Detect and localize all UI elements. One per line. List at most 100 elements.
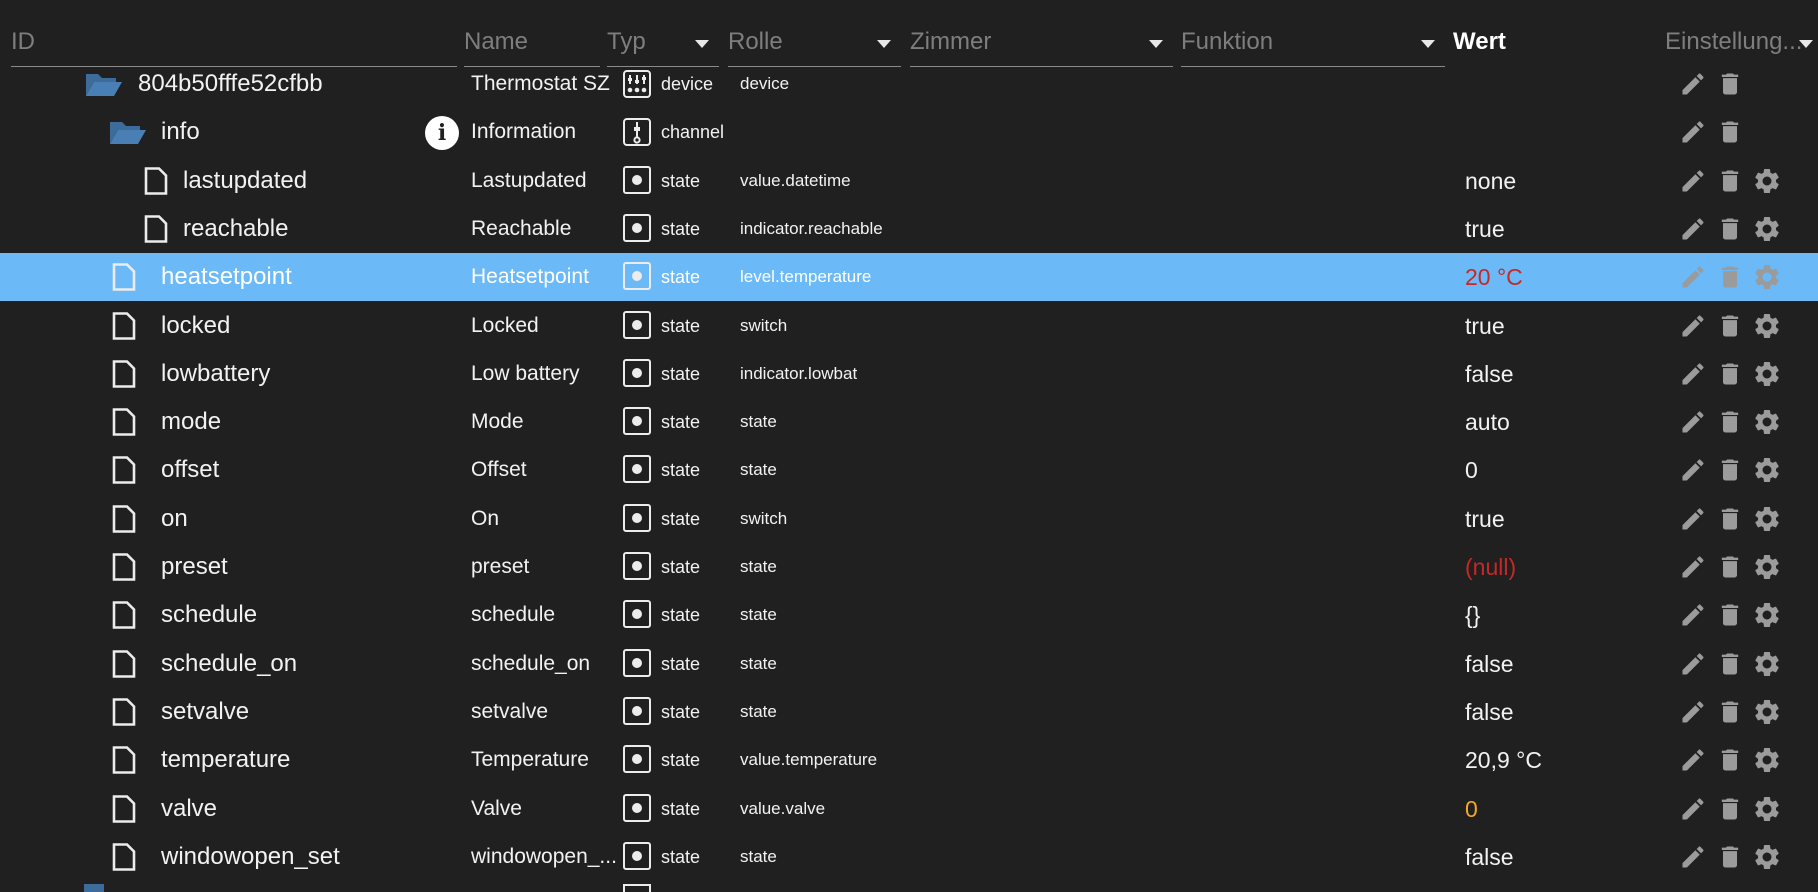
gear-icon[interactable]: [1752, 359, 1780, 387]
folder-icon: [84, 884, 104, 892]
info-icon[interactable]: i: [425, 116, 459, 151]
row-value[interactable]: none: [1465, 157, 1516, 205]
state-type-icon: [623, 213, 651, 242]
table-row[interactable]: windowopen_set windowopen_... state state fa…: [0, 833, 1818, 881]
edit-icon[interactable]: [1679, 553, 1707, 581]
row-value[interactable]: true: [1465, 205, 1505, 253]
table-row[interactable]: lowbattery Low battery state indicator.lowb…: [0, 350, 1818, 398]
edit-icon[interactable]: [1679, 843, 1707, 871]
delete-icon[interactable]: [1716, 118, 1744, 146]
table-row[interactable]: heatsetpoint Heatsetpoint state level.tempe…: [0, 253, 1818, 302]
gear-icon[interactable]: [1752, 794, 1780, 822]
row-value[interactable]: 20,9 °C: [1465, 736, 1542, 784]
table-row[interactable]: lastupdated Lastupdated state value.datetim…: [0, 157, 1818, 205]
edit-icon[interactable]: [1679, 118, 1707, 146]
row-id: preset: [161, 553, 228, 580]
delete-icon[interactable]: [1716, 795, 1744, 823]
delete-icon[interactable]: [1716, 553, 1744, 581]
edit-icon[interactable]: [1679, 746, 1707, 774]
gear-icon[interactable]: [1752, 455, 1780, 483]
gear-icon[interactable]: [1752, 407, 1780, 435]
table-row[interactable]: info i Information channel: [0, 108, 1818, 156]
gear-icon[interactable]: [1752, 745, 1780, 773]
state-dot: [632, 174, 642, 185]
edit-icon[interactable]: [1679, 215, 1707, 243]
chevron-down-icon: [1149, 40, 1163, 48]
delete-icon[interactable]: [1716, 263, 1744, 291]
gear-icon[interactable]: [1752, 552, 1780, 580]
table-row[interactable]: offset Offset state state 0: [0, 446, 1818, 494]
edit-icon[interactable]: [1679, 650, 1707, 678]
table-row[interactable]: temperature Temperature state value.tempera…: [0, 736, 1818, 784]
state-type-icon: [623, 648, 651, 677]
edit-icon[interactable]: [1679, 456, 1707, 484]
edit-icon[interactable]: [1679, 505, 1707, 533]
table-row[interactable]: preset preset state state (null): [0, 543, 1818, 591]
table-row[interactable]: setvalve setvalve state state false: [0, 688, 1818, 736]
edit-icon[interactable]: [1679, 795, 1707, 823]
folder-open-icon[interactable]: [108, 118, 148, 151]
delete-icon[interactable]: [1716, 505, 1744, 533]
table-row[interactable]: schedule schedule state state {}: [0, 591, 1818, 639]
table-row[interactable]: schedule_on schedule_on state state false: [0, 640, 1818, 688]
table-row[interactable]: reachable Reachable state indicator.reachab…: [0, 205, 1818, 253]
row-value[interactable]: false: [1465, 350, 1514, 398]
edit-icon[interactable]: [1679, 360, 1707, 388]
delete-icon[interactable]: [1716, 746, 1744, 774]
row-value[interactable]: auto: [1465, 398, 1510, 446]
edit-icon[interactable]: [1679, 312, 1707, 340]
table-row[interactable]: 804b50fffe52cfbb Thermostat SZ device devic…: [0, 60, 1818, 108]
edit-icon[interactable]: [1679, 698, 1707, 726]
delete-icon[interactable]: [1716, 698, 1744, 726]
row-name: Reachable: [471, 216, 572, 240]
delete-icon[interactable]: [1716, 601, 1744, 629]
row-id: setvalve: [161, 697, 250, 725]
delete-icon[interactable]: [1716, 215, 1744, 243]
edit-icon[interactable]: [1679, 70, 1707, 98]
delete-icon[interactable]: [1716, 312, 1744, 340]
row-value[interactable]: false: [1465, 688, 1514, 736]
row-role: state: [740, 701, 777, 721]
table-row[interactable]: locked Locked state switch true: [0, 302, 1818, 350]
gear-icon[interactable]: [1752, 262, 1780, 290]
row-value[interactable]: false: [1465, 640, 1514, 688]
delete-icon[interactable]: [1716, 408, 1744, 436]
delete-icon[interactable]: [1716, 650, 1744, 678]
delete-icon[interactable]: [1716, 70, 1744, 98]
edit-icon[interactable]: [1679, 263, 1707, 291]
gear-icon[interactable]: [1752, 311, 1780, 339]
row-value[interactable]: (null): [1465, 543, 1516, 591]
row-value[interactable]: true: [1465, 302, 1505, 350]
gear-icon[interactable]: [1752, 166, 1780, 194]
row-value[interactable]: 0: [1465, 446, 1478, 494]
row-value[interactable]: 20 °C: [1465, 253, 1523, 301]
gear-icon[interactable]: [1752, 697, 1780, 725]
table-row[interactable]: on On state switch true: [0, 495, 1818, 543]
edit-icon[interactable]: [1679, 408, 1707, 436]
row-role: state: [740, 653, 777, 673]
gear-icon[interactable]: [1752, 600, 1780, 628]
delete-icon[interactable]: [1716, 456, 1744, 484]
row-value[interactable]: {}: [1465, 591, 1480, 639]
gear-icon[interactable]: [1752, 214, 1780, 242]
state-type-icon: [623, 793, 651, 822]
row-value[interactable]: true: [1465, 495, 1505, 543]
gear-icon[interactable]: [1752, 649, 1780, 677]
gear-icon[interactable]: [1752, 842, 1780, 870]
channel-type-icon: [623, 118, 651, 151]
row-type: state: [661, 508, 701, 529]
edit-icon[interactable]: [1679, 167, 1707, 195]
table-row[interactable]: valve Valve state value.valve 0: [0, 785, 1818, 833]
delete-icon[interactable]: [1716, 360, 1744, 388]
row-value[interactable]: 0: [1465, 785, 1478, 833]
table-row[interactable]: mode Mode state state auto: [0, 398, 1818, 446]
delete-icon[interactable]: [1716, 167, 1744, 195]
row-role: state: [740, 605, 777, 625]
row-type: state: [661, 846, 701, 867]
edit-icon[interactable]: [1679, 601, 1707, 629]
gear-icon[interactable]: [1752, 504, 1780, 532]
row-value[interactable]: false: [1465, 833, 1514, 881]
delete-icon[interactable]: [1716, 843, 1744, 871]
folder-open-icon[interactable]: [84, 70, 124, 103]
file-icon: [112, 842, 136, 876]
